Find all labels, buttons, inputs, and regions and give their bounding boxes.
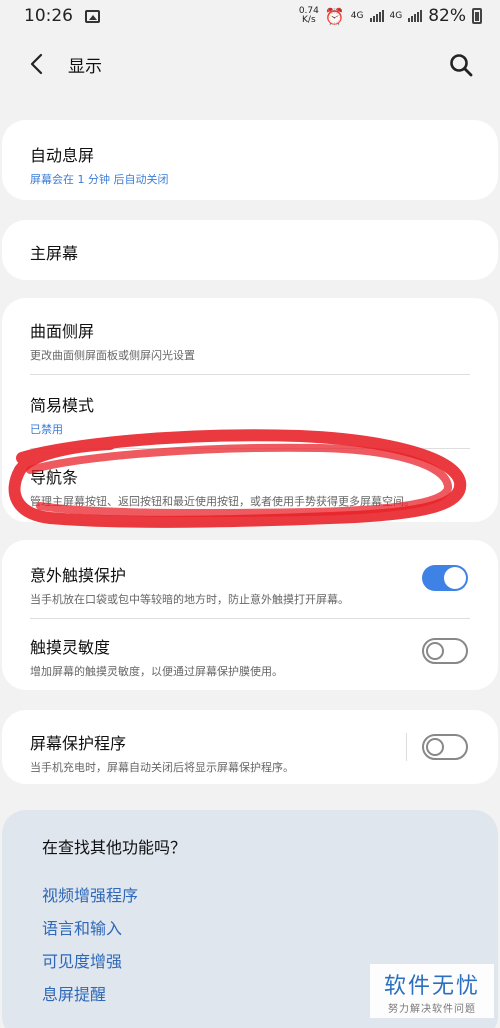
vertical-divider — [406, 733, 407, 761]
touch-sensitivity-item[interactable]: 触摸灵敏度 增加屏幕的触摸灵敏度，以便通过屏幕保护膜使用。 — [30, 634, 408, 679]
suggestion-link-visibility[interactable]: 可见度增强 — [42, 948, 122, 972]
edge-screen-title: 曲面侧屏 — [30, 322, 95, 341]
back-arrow-icon[interactable] — [26, 52, 50, 76]
screen-saver-toggle[interactable] — [422, 734, 468, 760]
accidental-touch-toggle[interactable] — [422, 565, 468, 591]
navigation-bar-title: 导航条 — [30, 468, 79, 487]
navigation-bar-subtitle: 管理主屏幕按钮、返回按钮和最近使用按钮，或者使用手势获得更多屏幕空间。 — [30, 495, 415, 508]
battery-level: 82% — [428, 6, 466, 26]
network-type-2: 4G — [389, 11, 403, 21]
screen-features-card: 曲面侧屏 更改曲面侧屏面板或侧屏闪光设置 简易模式 已禁用 导航条 管理主屏幕按… — [2, 298, 498, 522]
screen-saver-title: 屏幕保护程序 — [30, 734, 127, 753]
edge-screen-item[interactable]: 曲面侧屏 更改曲面侧屏面板或侧屏闪光设置 — [30, 318, 470, 363]
network-speed: 0.74 K/s — [299, 7, 319, 25]
auto-screen-off-card[interactable]: 自动息屏 屏幕会在 1 分钟 后自动关闭 — [2, 120, 498, 200]
accidental-touch-title: 意外触摸保护 — [30, 566, 127, 585]
screen-saver-item[interactable]: 屏幕保护程序 当手机充电时，屏幕自动关闭后将显示屏幕保护程序。 — [30, 730, 388, 775]
network-type-1: 4G — [350, 11, 364, 21]
app-header: 显示 — [0, 40, 500, 88]
toggle-knob — [426, 738, 444, 756]
screen-saver-card: 屏幕保护程序 当手机充电时，屏幕自动关闭后将显示屏幕保护程序。 — [2, 710, 498, 784]
divider — [30, 618, 470, 619]
navigation-bar-item[interactable]: 导航条 管理主屏幕按钮、返回按钮和最近使用按钮，或者使用手势获得更多屏幕空间。 — [30, 464, 470, 509]
easy-mode-item[interactable]: 简易模式 已禁用 — [30, 392, 470, 437]
touch-sensitivity-title: 触摸灵敏度 — [30, 638, 111, 657]
image-notification-icon — [85, 9, 100, 23]
touch-sensitivity-toggle[interactable] — [422, 638, 468, 664]
home-screen-item[interactable]: 主屏幕 — [30, 240, 470, 264]
watermark-main: 软件无忧 — [383, 974, 480, 999]
status-time: 10:26 — [24, 6, 73, 26]
touch-sensitivity-subtitle: 增加屏幕的触摸灵敏度，以便通过屏幕保护膜使用。 — [30, 665, 283, 678]
screen-saver-subtitle: 当手机充电时，屏幕自动关闭后将显示屏幕保护程序。 — [30, 761, 294, 774]
home-screen-card[interactable]: 主屏幕 — [2, 220, 498, 280]
suggestion-link-video-enhancer[interactable]: 视频增强程序 — [42, 882, 138, 906]
easy-mode-title: 简易模式 — [30, 396, 95, 415]
toggle-knob — [444, 567, 466, 589]
signal-1-icon — [369, 10, 384, 22]
touch-settings-card: 意外触摸保护 当手机放在口袋或包中等较暗的地方时，防止意外触摸打开屏幕。 触摸灵… — [2, 540, 498, 690]
auto-screen-off-title: 自动息屏 — [30, 146, 95, 165]
accidental-touch-item[interactable]: 意外触摸保护 当手机放在口袋或包中等较暗的地方时，防止意外触摸打开屏幕。 — [30, 562, 408, 607]
divider — [30, 374, 470, 375]
watermark-sub: 努力解决软件问题 — [388, 1004, 476, 1015]
suggestion-link-language-input[interactable]: 语言和输入 — [42, 915, 122, 939]
easy-mode-subtitle: 已禁用 — [30, 423, 63, 436]
status-bar: 10:26 0.74 K/s ⏰ 4G 4G 82% — [0, 0, 500, 32]
battery-icon — [472, 8, 482, 24]
accidental-touch-subtitle: 当手机放在口袋或包中等较暗的地方时，防止意外触摸打开屏幕。 — [30, 593, 349, 606]
search-icon[interactable] — [448, 52, 474, 78]
home-screen-title: 主屏幕 — [30, 244, 79, 263]
page-title: 显示 — [68, 57, 102, 77]
suggestions-title: 在查找其他功能吗？ — [42, 838, 187, 857]
auto-screen-off-subtitle: 屏幕会在 1 分钟 后自动关闭 — [30, 173, 169, 186]
auto-screen-off-item[interactable]: 自动息屏 屏幕会在 1 分钟 后自动关闭 — [30, 142, 470, 187]
network-speed-unit: K/s — [302, 15, 316, 25]
divider — [30, 448, 470, 449]
edge-screen-subtitle: 更改曲面侧屏面板或侧屏闪光设置 — [30, 349, 195, 362]
watermark: 软件无忧 努力解决软件问题 — [370, 964, 494, 1018]
suggestion-link-aod-reminder[interactable]: 息屏提醒 — [42, 981, 106, 1005]
toggle-knob — [426, 642, 444, 660]
alarm-icon: ⏰ — [324, 6, 345, 26]
signal-2-icon — [408, 10, 423, 22]
